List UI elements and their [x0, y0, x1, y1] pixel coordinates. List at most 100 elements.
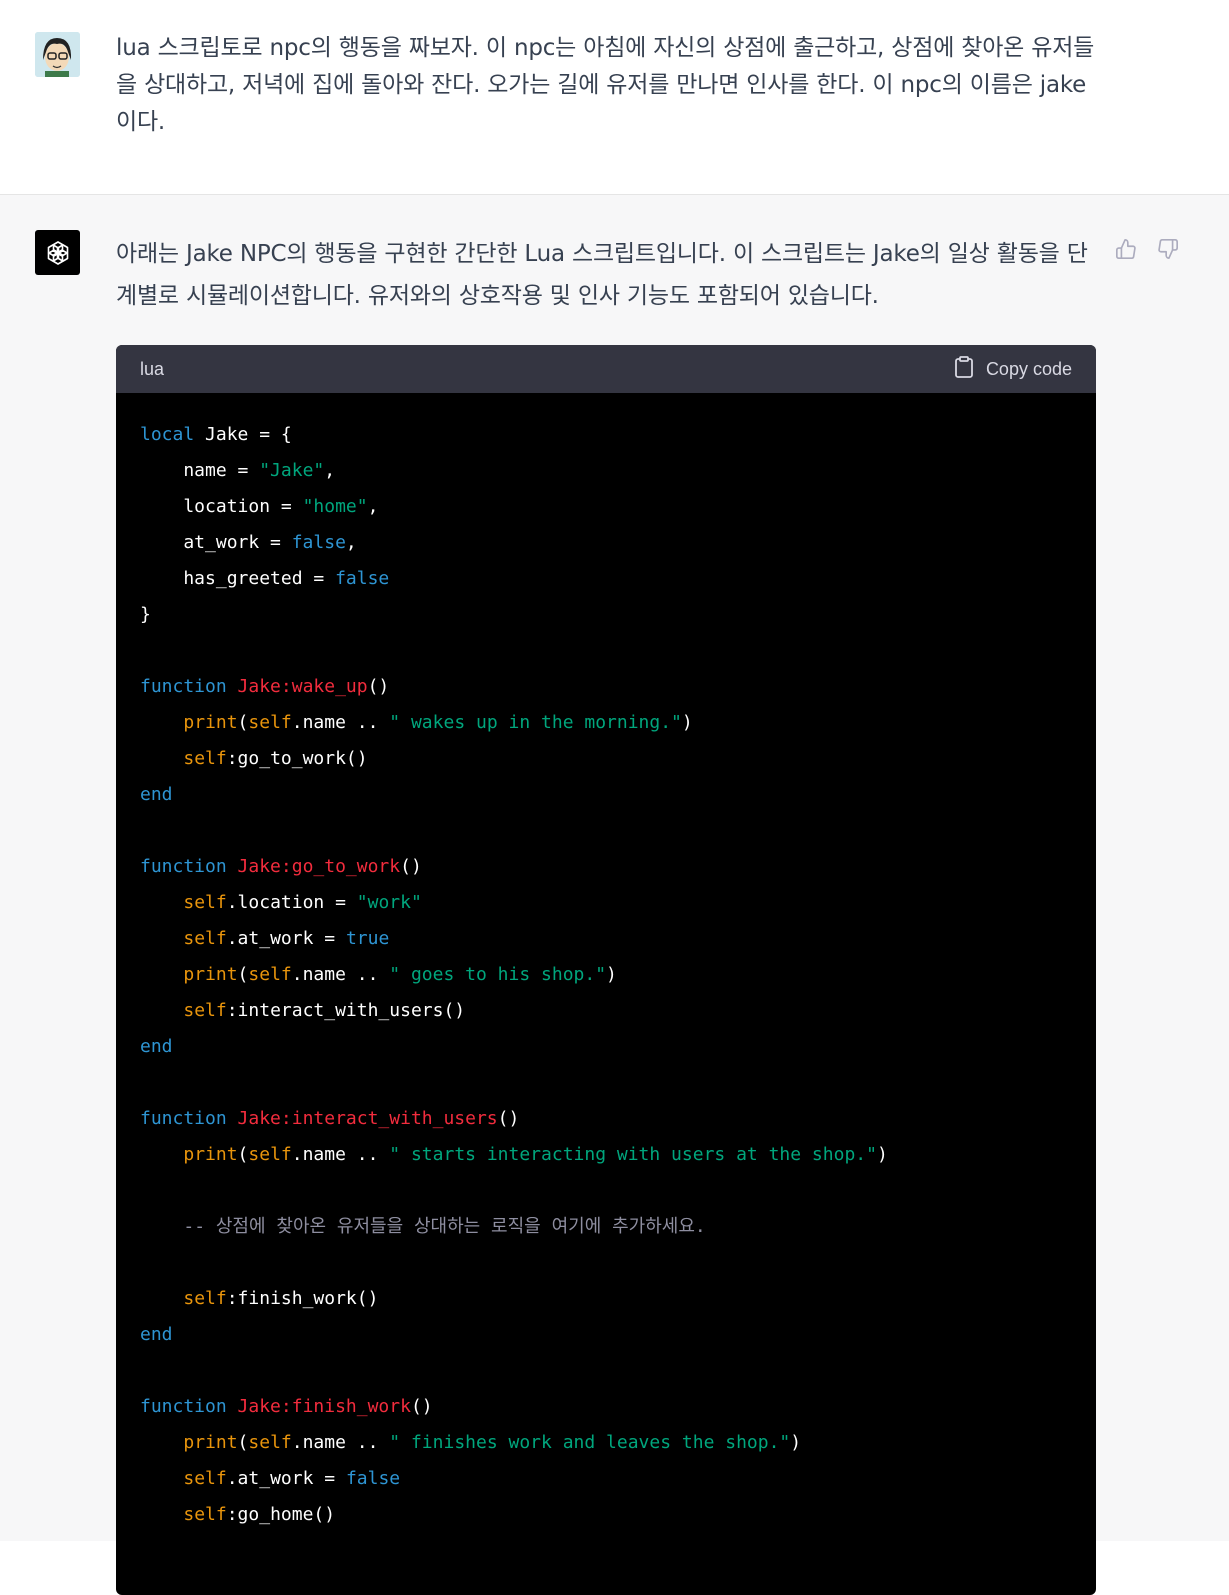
copy-code-label: Copy code [985, 358, 1072, 379]
code-token-plain: .location = [226, 892, 357, 913]
code-token-builtin: self [183, 748, 227, 769]
code-line: location = "home", [140, 489, 1096, 525]
code-line: self.at_work = false [140, 1461, 1096, 1497]
code-token-kw: false [345, 1468, 401, 1489]
user-message-row: lua 스크립토로 npc의 행동을 짜보자. 이 npc는 아침에 자신의 상… [0, 0, 1229, 195]
code-token-builtin: self [183, 892, 227, 913]
code-token-str: " goes to his shop." [389, 964, 607, 985]
code-token-plain: () [367, 676, 390, 697]
code-token-builtin: print [183, 1144, 238, 1165]
code-token-kw: end [140, 784, 173, 805]
code-line: print(self.name .. " finishes work and l… [140, 1425, 1096, 1461]
code-line: function Jake:interact_with_users() [140, 1101, 1096, 1137]
code-token-kw: function [140, 1396, 227, 1417]
code-token-plain: () [497, 1108, 520, 1129]
code-token-str: " finishes work and leaves the shop." [389, 1432, 791, 1453]
code-language-label: lua [140, 358, 165, 379]
code-token-plain: .name .. [291, 1144, 390, 1165]
code-token-plain: ( [237, 1144, 249, 1165]
clipboard-icon [954, 355, 974, 383]
thumbs-down-icon[interactable] [1154, 235, 1182, 263]
code-token-plain: () [410, 1396, 433, 1417]
assistant-intro-text: 아래는 Jake NPC의 행동을 구현한 간단한 Lua 스크립트입니다. 이… [116, 241, 1088, 309]
code-token-plain: .name .. [291, 712, 390, 733]
code-token-kw: function [140, 1108, 227, 1129]
thumbs-up-icon[interactable] [1112, 235, 1140, 263]
code-line: name = "Jake", [140, 453, 1096, 489]
code-token-kw: true [345, 928, 390, 949]
code-line: function Jake:wake_up() [140, 669, 1096, 705]
code-token-kw: false [291, 532, 346, 553]
code-token-plain: at_work = [140, 532, 292, 553]
code-content: local Jake = { name = "Jake", location =… [116, 393, 1096, 1533]
code-token-str: "home" [302, 496, 368, 517]
code-token-builtin: self [183, 1288, 227, 1309]
code-line: print(self.name .. " wakes up in the mor… [140, 705, 1096, 741]
assistant-message-row: 아래는 Jake NPC의 행동을 구현한 간단한 Lua 스크립트입니다. 이… [0, 195, 1229, 1595]
code-token-plain: ( [237, 964, 249, 985]
code-token-builtin: self [248, 1144, 292, 1165]
code-token-plain: ) [606, 964, 617, 985]
code-token-plain: () [400, 856, 422, 877]
code-token-builtin: print [183, 1432, 238, 1453]
code-token-builtin: print [183, 712, 238, 733]
code-token-str: "Jake" [259, 460, 325, 481]
code-token-kw: false [335, 568, 390, 589]
code-token-plain: name = [140, 460, 260, 481]
code-token-kw: function [140, 676, 227, 697]
code-line: has_greeted = false [140, 561, 1096, 597]
code-token-fn: Jake:finish_work [237, 1396, 411, 1417]
code-token-fn: Jake:wake_up [237, 676, 368, 697]
code-token-str: " starts interacting with users at the s… [389, 1144, 877, 1165]
code-token-plain: ) [790, 1432, 802, 1453]
code-line: self:interact_with_users() [140, 993, 1096, 1029]
code-token-plain: :interact_with_users() [226, 1000, 466, 1021]
code-line: function Jake:go_to_work() [140, 849, 1096, 885]
code-token-plain: :go_home() [226, 1504, 336, 1525]
code-token-plain: .name .. [291, 1432, 390, 1453]
copy-code-button[interactable]: Copy code [954, 355, 1072, 383]
code-line: at_work = false, [140, 525, 1096, 561]
code-line: self:finish_work() [140, 1281, 1096, 1317]
code-token-builtin: self [183, 1000, 227, 1021]
code-token-fn: Jake:interact_with_users [237, 1108, 498, 1129]
code-token-plain: location = [140, 496, 303, 517]
code-token-plain: Jake = { [194, 424, 292, 445]
code-line: end [140, 1317, 1096, 1353]
code-token-plain: ) [681, 712, 693, 733]
openai-logo-icon [35, 230, 80, 275]
code-token-kw: function [140, 856, 227, 877]
code-token-cmt: -- 상점에 찾아온 유저들을 상대하는 로직을 여기에 추가하세요. [183, 1216, 706, 1237]
code-token-builtin: self [248, 712, 292, 733]
code-token-kw: local [140, 424, 195, 445]
code-token-str: "work" [356, 892, 422, 913]
code-line: local Jake = { [140, 417, 1096, 453]
code-token-plain: .name .. [291, 964, 390, 985]
code-token-plain: } [140, 604, 151, 625]
code-header: lua Copy code [116, 345, 1096, 393]
code-token-builtin: print [183, 964, 238, 985]
code-token-plain: :go_to_work() [226, 748, 368, 769]
code-token-builtin: self [248, 964, 292, 985]
code-block: lua Copy code local Jake = { name = "Jak… [116, 345, 1096, 1595]
code-token-fn: Jake:go_to_work [237, 856, 401, 877]
code-line: self:go_to_work() [140, 741, 1096, 777]
code-token-plain: ( [237, 712, 249, 733]
code-token-builtin: self [248, 1432, 292, 1453]
code-token-plain: :finish_work() [226, 1288, 379, 1309]
